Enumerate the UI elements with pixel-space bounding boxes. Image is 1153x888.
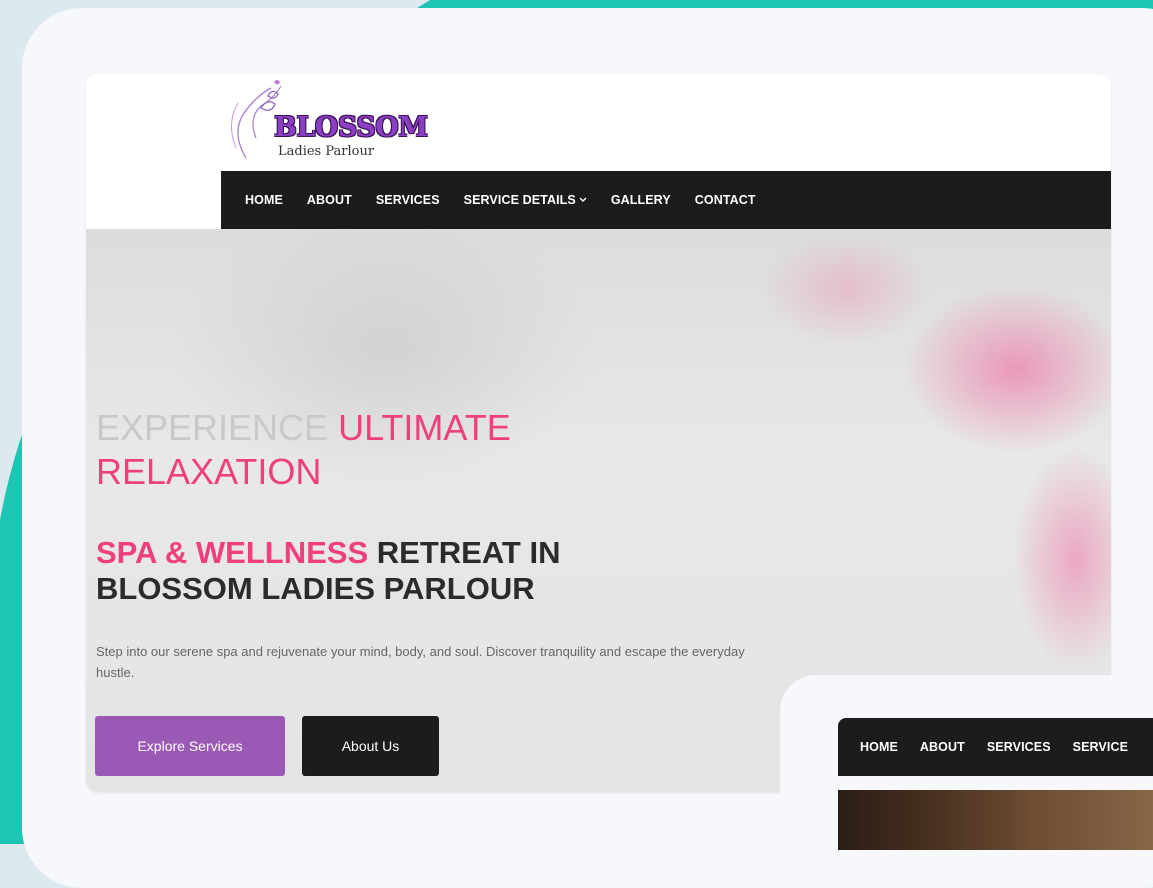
preview-nav-home[interactable]: HOME xyxy=(860,740,898,754)
mobile-preview-hero-image xyxy=(838,790,1153,850)
hero-heading: EXPERIENCE ULTIMATE RELAXATION xyxy=(96,406,656,494)
chevron-down-icon xyxy=(579,197,587,202)
explore-services-button[interactable]: Explore Services xyxy=(95,716,285,776)
hero-subheading: SPA & WELLNESS RETREAT IN BLOSSOM LADIES… xyxy=(96,535,716,607)
preview-nav-services[interactable]: SERVICES xyxy=(987,740,1051,754)
nav-contact[interactable]: CONTACT xyxy=(695,193,756,207)
nav-service-details[interactable]: SERVICE DETAILS xyxy=(464,193,587,207)
about-us-button[interactable]: About Us xyxy=(302,716,439,776)
mobile-preview-nav: HOME ABOUT SERVICES SERVICE xyxy=(838,718,1153,776)
nav-home[interactable]: HOME xyxy=(245,193,283,207)
hero-subheading-accent: SPA & WELLNESS xyxy=(96,535,369,570)
hero-description: Step into our serene spa and rejuvenate … xyxy=(96,644,745,680)
logo-title: BLOSSOM xyxy=(274,112,428,143)
main-nav: HOME ABOUT SERVICES SERVICE DETAILS GALL… xyxy=(221,171,1111,229)
logo-subtitle: Ladies Parlour xyxy=(278,144,375,159)
nav-services[interactable]: SERVICES xyxy=(376,193,440,207)
site-logo[interactable]: BLOSSOM Ladies Parlour xyxy=(226,78,436,170)
nav-gallery[interactable]: GALLERY xyxy=(611,193,671,207)
nav-service-details-label: SERVICE DETAILS xyxy=(463,193,576,207)
nav-about[interactable]: ABOUT xyxy=(307,193,352,207)
hero-heading-muted: EXPERIENCE xyxy=(96,407,339,448)
preview-nav-about[interactable]: ABOUT xyxy=(920,740,965,754)
preview-nav-service[interactable]: SERVICE xyxy=(1073,740,1128,754)
